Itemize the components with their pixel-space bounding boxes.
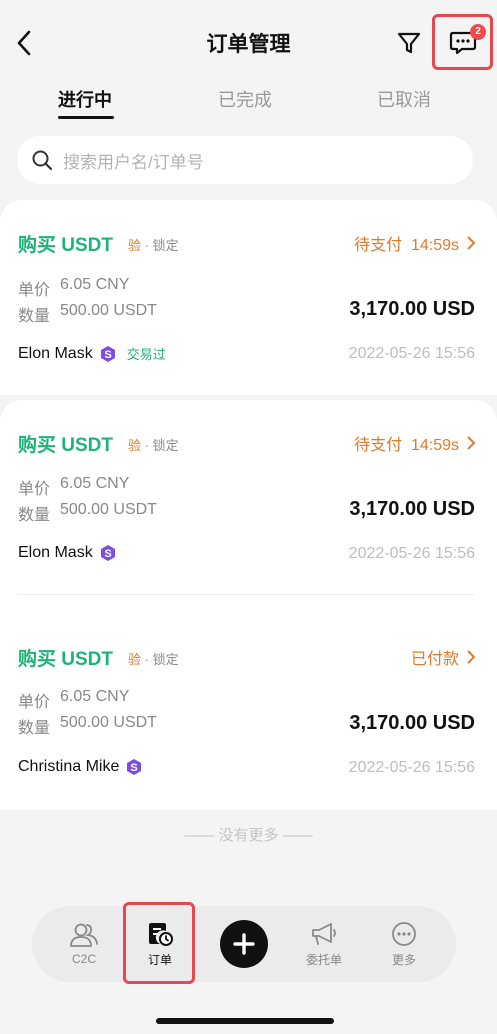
nav-label: 订单 bbox=[147, 952, 172, 967]
messages-button[interactable]: 2 bbox=[432, 14, 493, 70]
add-button[interactable] bbox=[220, 920, 268, 968]
status-text: 待支付 14:59s bbox=[354, 237, 459, 254]
nav-entrust[interactable]: 委托单 bbox=[292, 906, 356, 982]
nav-more[interactable]: 更多 bbox=[372, 906, 436, 982]
quantity-value: 500.00 USDT bbox=[60, 501, 157, 518]
search-placeholder: 搜索用户名/订单号 bbox=[63, 152, 204, 172]
tab-in-progress[interactable]: 进行中 bbox=[58, 86, 112, 112]
chevron-right-icon bbox=[467, 436, 475, 450]
order-title: 购买 USDT bbox=[18, 435, 114, 456]
order-status[interactable]: 待支付 14:59s bbox=[354, 231, 475, 255]
price-label: 单价 bbox=[18, 282, 51, 299]
price-value: 6.05 CNY bbox=[60, 475, 130, 492]
counterparty[interactable]: Elon Mask S bbox=[18, 544, 117, 562]
order-tags: 验 · 锁定 bbox=[128, 235, 179, 254]
svg-text:S: S bbox=[104, 548, 111, 560]
tag-separator: · bbox=[144, 438, 149, 453]
quantity-label: 数量 bbox=[18, 308, 51, 325]
price-label: 单价 bbox=[18, 694, 51, 711]
tag-separator: · bbox=[144, 652, 149, 667]
price-value: 6.05 CNY bbox=[60, 276, 130, 293]
nav-label: C2C bbox=[71, 952, 96, 966]
user-name: Elon Mask bbox=[18, 544, 93, 561]
lock-tag: 锁定 bbox=[152, 652, 179, 667]
price-label: 单价 bbox=[18, 481, 51, 498]
order-tags: 验 · 锁定 bbox=[128, 435, 179, 454]
order-amount: 3,170.00 USD bbox=[349, 298, 475, 320]
chevron-right-icon bbox=[467, 650, 475, 664]
tag-separator: · bbox=[144, 238, 149, 253]
tab-cancelled[interactable]: 已取消 bbox=[377, 86, 431, 112]
order-item[interactable]: 购买 USDT 验 · 锁定 已付款 单价 6.05 CNY 数量 500.00… bbox=[0, 614, 497, 804]
order-item[interactable]: 购买 USDT 验 · 锁定 待支付 14:59s 单价 6.05 CNY 数量… bbox=[0, 200, 497, 390]
search-icon bbox=[32, 150, 53, 171]
verified-s-badge-icon: S bbox=[100, 345, 115, 362]
counterparty[interactable]: Elon Mask S 交易过 bbox=[18, 344, 166, 363]
message-count-badge: 2 bbox=[470, 24, 486, 40]
tab-completed[interactable]: 已完成 bbox=[218, 86, 272, 112]
quantity-label: 数量 bbox=[18, 720, 51, 737]
lock-tag: 锁定 bbox=[152, 438, 179, 453]
order-tags: 验 · 锁定 bbox=[128, 649, 179, 668]
order-status[interactable]: 待支付 14:59s bbox=[354, 431, 475, 455]
tab-active-indicator bbox=[58, 116, 114, 119]
order-title: 购买 USDT bbox=[18, 235, 114, 256]
status-text: 待支付 14:59s bbox=[354, 437, 459, 454]
nav-orders[interactable]: 订单 bbox=[128, 906, 192, 982]
home-indicator bbox=[156, 1018, 334, 1024]
user-name: Elon Mask bbox=[18, 344, 93, 362]
people-icon bbox=[70, 923, 98, 947]
verify-tag: 验 bbox=[128, 438, 142, 453]
order-status[interactable]: 已付款 bbox=[411, 645, 475, 669]
nav-label: 委托单 bbox=[305, 952, 342, 967]
header: 订单管理 2 bbox=[0, 0, 497, 80]
filter-icon bbox=[397, 32, 421, 54]
more-icon bbox=[392, 921, 416, 946]
megaphone-icon bbox=[312, 922, 336, 945]
order-card: 购买 USDT 验 · 锁定 待支付 14:59s 单价 6.05 CNY 数量… bbox=[0, 200, 497, 395]
svg-text:S: S bbox=[131, 762, 138, 774]
filter-button[interactable] bbox=[394, 28, 424, 58]
svg-text:S: S bbox=[104, 349, 111, 361]
no-more-text: —— 没有更多 —— bbox=[184, 827, 313, 844]
status-text: 已付款 bbox=[410, 651, 459, 668]
order-date: 2022-05-26 15:56 bbox=[348, 345, 475, 362]
order-date: 2022-05-26 15:56 bbox=[348, 545, 475, 562]
order-clock-icon bbox=[149, 922, 173, 946]
divider bbox=[18, 594, 474, 595]
order-card: 购买 USDT 验 · 锁定 待支付 14:59s 单价 6.05 CNY 数量… bbox=[0, 400, 497, 810]
quantity-value: 500.00 USDT bbox=[60, 302, 157, 319]
nav-label: 更多 bbox=[391, 952, 416, 967]
plus-icon bbox=[233, 933, 255, 955]
verified-s-badge-icon: S bbox=[100, 545, 115, 561]
verify-tag: 验 bbox=[128, 238, 142, 253]
price-value: 6.05 CNY bbox=[60, 688, 130, 705]
lock-tag: 锁定 bbox=[152, 238, 179, 253]
traded-tag: 交易过 bbox=[126, 347, 166, 362]
order-date: 2022-05-26 15:56 bbox=[348, 759, 475, 776]
verify-tag: 验 bbox=[128, 652, 142, 667]
order-item[interactable]: 购买 USDT 验 · 锁定 待支付 14:59s 单价 6.05 CNY 数量… bbox=[0, 400, 497, 590]
chevron-right-icon bbox=[467, 236, 475, 250]
quantity-value: 500.00 USDT bbox=[60, 714, 157, 731]
verified-s-badge-icon: S bbox=[127, 759, 142, 775]
user-name: Christina Mike bbox=[18, 758, 120, 775]
order-amount: 3,170.00 USD bbox=[349, 712, 475, 734]
quantity-label: 数量 bbox=[18, 507, 51, 524]
counterparty[interactable]: Christina Mike S bbox=[18, 758, 143, 776]
nav-c2c[interactable]: C2C bbox=[52, 906, 116, 982]
order-title: 购买 USDT bbox=[18, 649, 114, 670]
order-amount: 3,170.00 USD bbox=[349, 498, 475, 520]
search-input[interactable]: 搜索用户名/订单号 bbox=[17, 136, 473, 184]
